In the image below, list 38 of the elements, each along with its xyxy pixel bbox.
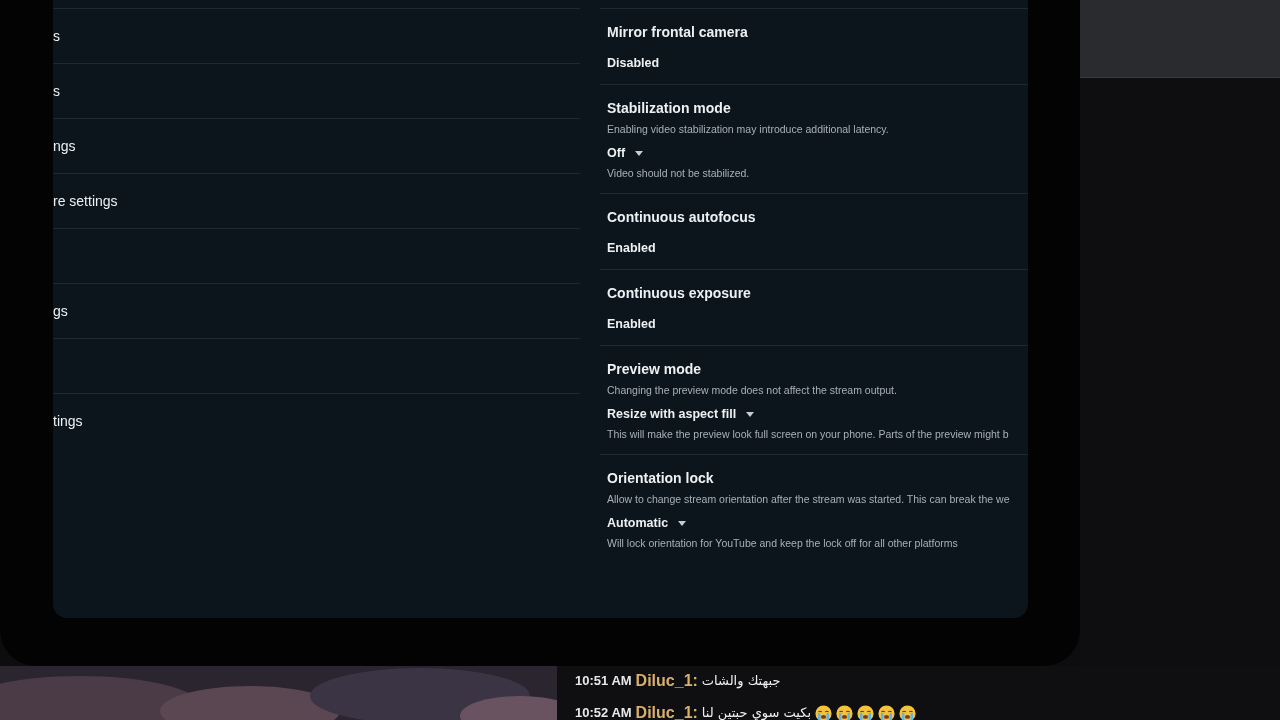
settings-category-item[interactable]: gs: [53, 300, 68, 322]
setting-title: Orientation lock: [607, 469, 715, 487]
settings-category-item[interactable]: s: [53, 80, 60, 102]
caret-icon: [635, 150, 644, 156]
crying-emoji-icon: [815, 704, 833, 720]
setting-title: Continuous exposure: [607, 284, 752, 302]
chat-timestamp: 10:52 AM: [575, 704, 632, 720]
setting-description: Changing the preview mode does not affect the stream output.: [607, 383, 898, 397]
setting-title: Stabilization mode: [607, 99, 732, 117]
settings-category-item[interactable]: s: [53, 25, 60, 47]
chat-timestamp: 10:51 AM: [575, 672, 632, 691]
caret-icon: [678, 520, 687, 526]
setting-dropdown[interactable]: Off: [607, 145, 644, 161]
setting-dropdown[interactable]: Automatic: [607, 515, 687, 531]
chat-message: بكيت سوي حبتين لنا: [701, 704, 812, 720]
crying-emoji-icon: [857, 704, 875, 720]
chat-username[interactable]: Diluc_1:: [635, 701, 698, 720]
chat-username[interactable]: Diluc_1:: [635, 669, 698, 693]
crying-emoji-icon: [878, 704, 896, 720]
setting-value[interactable]: Enabled: [607, 240, 656, 256]
settings-category-item[interactable]: re settings: [53, 190, 118, 212]
crying-emoji-icon: [899, 704, 917, 720]
caret-icon: [746, 411, 755, 417]
setting-description: Enabling video stabilization may introduce additional latency.: [607, 122, 890, 136]
crying-emoji-icon: [836, 704, 854, 720]
setting-note: This will make the preview look full screen on your phone. Parts of the preview might b: [607, 427, 1010, 441]
chat-message: جبهتك والشات: [701, 672, 781, 691]
setting-title: Mirror frontal camera: [607, 23, 749, 41]
setting-note: Will lock orientation for YouTube and keep the lock off for all other platforms: [607, 536, 959, 550]
setting-title: Continuous autofocus: [607, 208, 757, 226]
setting-title: Preview mode: [607, 360, 703, 378]
setting-dropdown[interactable]: Resize with aspect fill: [607, 406, 755, 422]
setting-description: Allow to change stream orientation after the stream was started. This can break the we: [607, 492, 1011, 506]
settings-category-item[interactable]: ngs: [53, 135, 76, 157]
settings-category-item[interactable]: tings: [53, 410, 83, 432]
setting-note: Video should not be stabilized.: [607, 166, 751, 180]
setting-value[interactable]: Enabled: [607, 316, 656, 332]
setting-value[interactable]: Disabled: [607, 55, 660, 71]
